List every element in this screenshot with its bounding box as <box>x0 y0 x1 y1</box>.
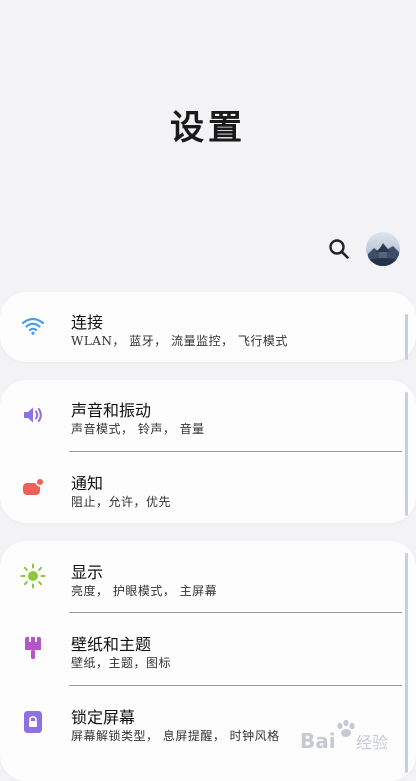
watermark-logo: Bai 经验 <box>300 719 388 753</box>
page-title: 设置 <box>170 108 246 148</box>
watermark-suffix: 经验 <box>356 733 388 752</box>
paintbrush-icon <box>20 635 46 661</box>
settings-item-wallpaper[interactable]: 壁纸和主题 壁纸，主题，图标 <box>0 613 416 685</box>
speaker-icon <box>20 402 46 428</box>
settings-item-notifications[interactable]: 通知 阻止，允许，优先 <box>0 452 416 523</box>
notification-icon <box>20 475 46 501</box>
lock-icon <box>20 709 46 735</box>
item-title: 声音和振动 <box>71 401 152 420</box>
settings-item-connections[interactable]: 连接 WLAN， 蓝牙， 流量监控， 飞行模式 <box>0 292 416 362</box>
item-subtitle: 屏幕解锁类型， 息屏提醒， 时钟风格 <box>71 729 280 743</box>
item-title: 壁纸和主题 <box>71 635 152 654</box>
item-subtitle: 亮度， 护眼模式， 主屏幕 <box>71 584 218 598</box>
avatar-image <box>366 232 400 266</box>
search-icon <box>329 239 349 259</box>
brightness-icon <box>20 563 46 589</box>
profile-avatar[interactable] <box>366 232 400 266</box>
item-title: 连接 <box>71 313 104 332</box>
search-button[interactable] <box>326 236 352 262</box>
wifi-icon <box>20 313 46 339</box>
settings-item-sound[interactable]: 声音和振动 声音模式， 铃声， 音量 <box>0 380 416 452</box>
item-subtitle: 阻止，允许，优先 <box>71 495 172 509</box>
item-title: 锁定屏幕 <box>71 708 136 727</box>
baidu-watermark: Bai 经验 <box>300 718 410 753</box>
settings-item-display[interactable]: 显示 亮度， 护眼模式， 主屏幕 <box>0 541 416 613</box>
item-title: 显示 <box>71 563 104 582</box>
watermark-brand: Bai <box>300 729 336 752</box>
item-subtitle: 壁纸，主题，图标 <box>71 656 172 670</box>
item-title: 通知 <box>71 474 104 493</box>
item-subtitle: WLAN， 蓝牙， 流量监控， 飞行模式 <box>71 334 288 348</box>
item-subtitle: 声音模式， 铃声， 音量 <box>71 422 205 436</box>
